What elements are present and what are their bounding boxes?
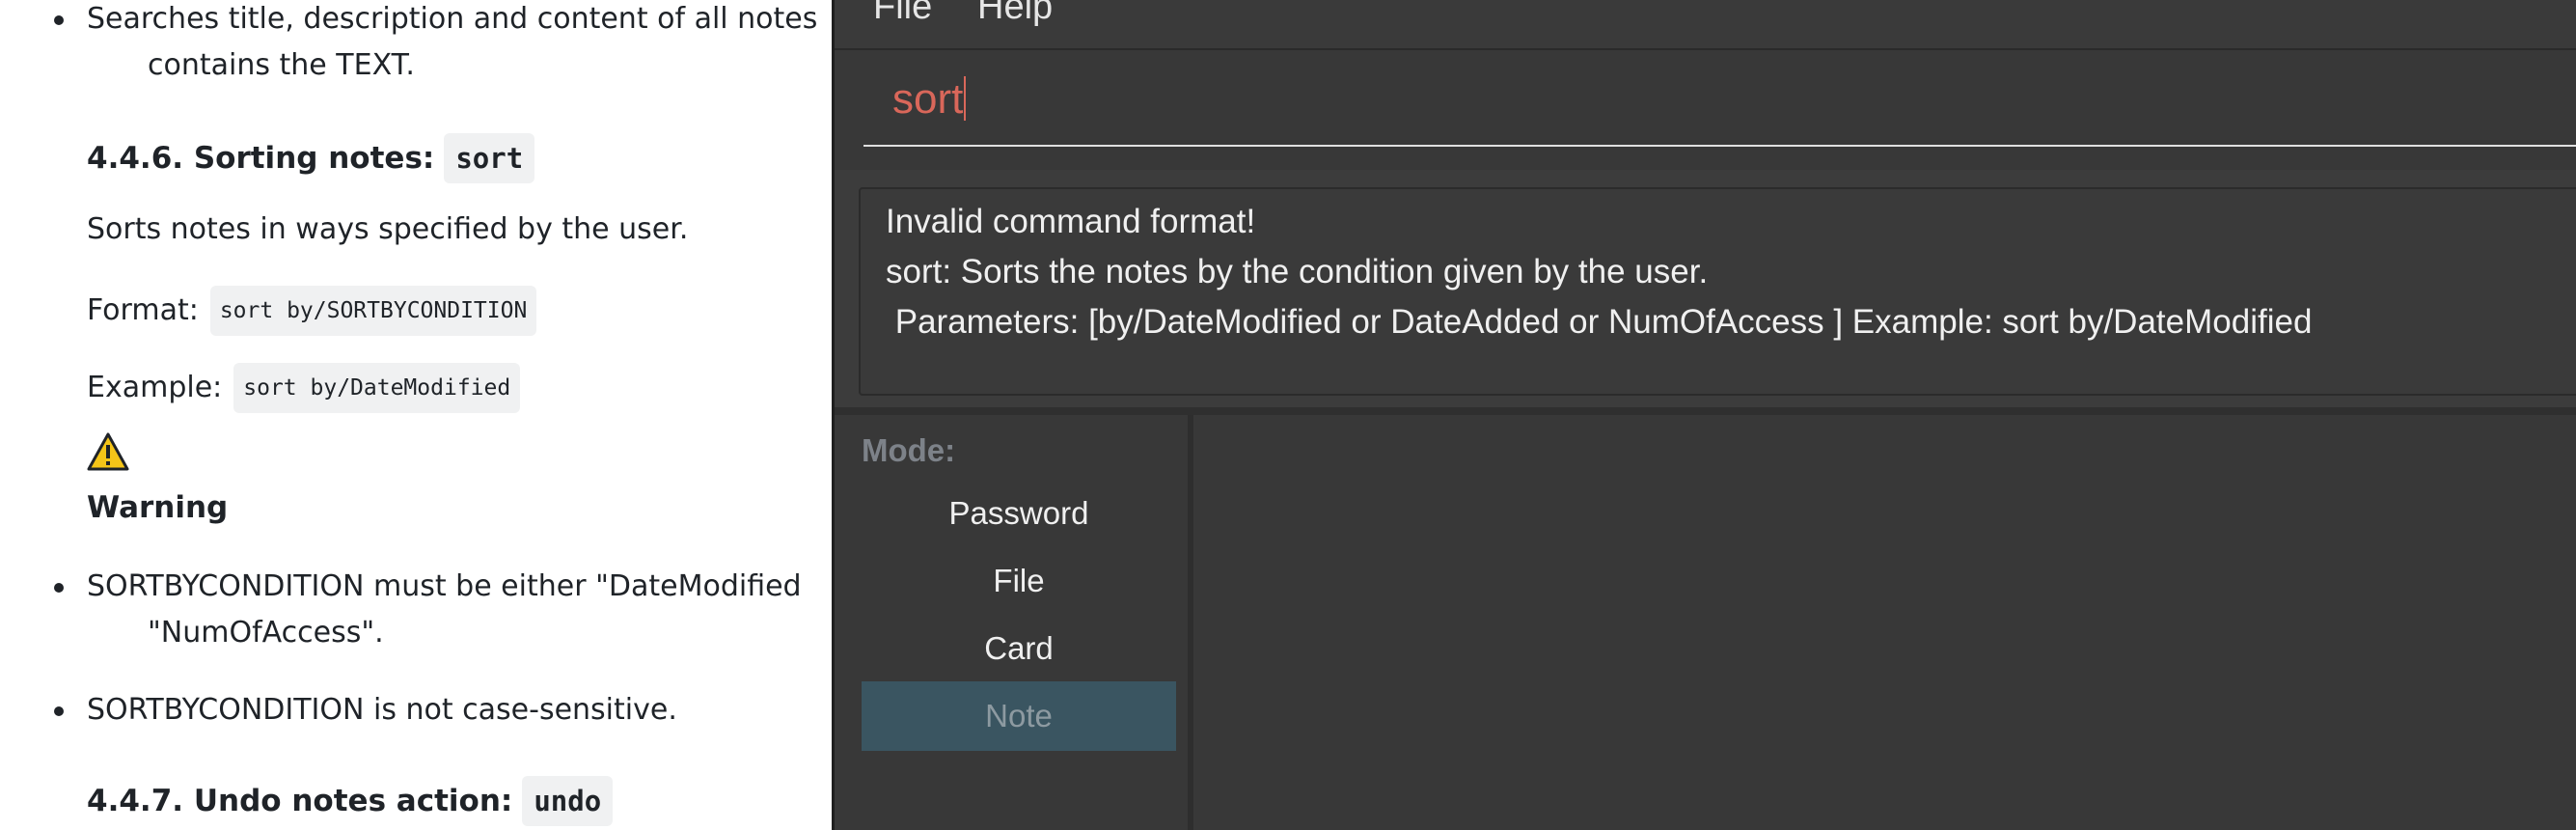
list-item: SORTBYCONDITION must be either "DateModi…	[54, 564, 802, 610]
sort-description: Sorts notes in ways specified by the use…	[87, 212, 689, 246]
section-heading-text: 4.4.7. Undo notes action:	[87, 784, 513, 818]
list-item-text: SORTBYCONDITION is not case-sensitive.	[87, 693, 677, 727]
content-panel	[1193, 415, 2576, 830]
documentation-page: Searches title, description and content …	[0, 0, 832, 830]
text-caret	[964, 76, 967, 121]
command-box: sort	[835, 50, 2576, 170]
mode-sidebar: Mode: Password File Card Note	[835, 415, 1193, 830]
section-heading-sort: 4.4.6. Sorting notes: sort	[87, 133, 535, 183]
list-item-continuation: contains the TEXT.	[148, 48, 415, 82]
menu-help[interactable]: Help	[977, 0, 1053, 28]
menu-bar: File Help	[835, 0, 2576, 50]
format-code: sort by/SORTBYCONDITION	[209, 286, 537, 336]
example-line: Example: sort by/DateModified	[87, 363, 521, 413]
list-item-text: Searches title, description and content …	[87, 2, 818, 36]
section-heading-code: undo	[522, 776, 614, 826]
mode-item-file[interactable]: File	[862, 546, 1176, 616]
section-heading-code: sort	[444, 133, 535, 183]
app-window: File Help sort Invalid command format! s…	[832, 0, 2576, 830]
format-label: Format:	[87, 293, 199, 327]
command-input-text: sort	[892, 75, 967, 124]
divider	[835, 407, 2576, 415]
section-heading-text: 4.4.6. Sorting notes:	[87, 141, 435, 176]
result-line: sort: Sorts the notes by the condition g…	[886, 253, 1709, 290]
section-heading-undo: 4.4.7. Undo notes action: undo	[87, 776, 614, 826]
example-label: Example:	[87, 371, 223, 404]
example-code: sort by/DateModified	[233, 363, 521, 413]
mode-item-note[interactable]: Note	[862, 681, 1176, 751]
result-line: Invalid command format!	[886, 203, 1256, 240]
warning-title: Warning	[87, 490, 229, 525]
result-display: Invalid command format! sort: Sorts the …	[859, 187, 2576, 396]
list-item-text: SORTBYCONDITION must be either "DateModi…	[87, 569, 802, 603]
result-line: Parameters: [by/DateModified or DateAdde…	[886, 303, 2313, 341]
mode-item-password[interactable]: Password	[862, 479, 1176, 548]
list-item: SORTBYCONDITION is not case-sensitive.	[54, 687, 677, 733]
command-input[interactable]: sort	[863, 69, 2576, 147]
format-line: Format: sort by/SORTBYCONDITION	[87, 286, 537, 336]
warning-icon	[87, 432, 129, 471]
menu-file[interactable]: File	[873, 0, 932, 28]
list-item: Searches title, description and content …	[53, 0, 818, 42]
mode-label: Mode:	[862, 432, 956, 468]
list-item-continuation: "NumOfAccess".	[148, 616, 384, 650]
command-input-value: sort	[892, 75, 964, 123]
mode-item-card[interactable]: Card	[862, 614, 1176, 683]
